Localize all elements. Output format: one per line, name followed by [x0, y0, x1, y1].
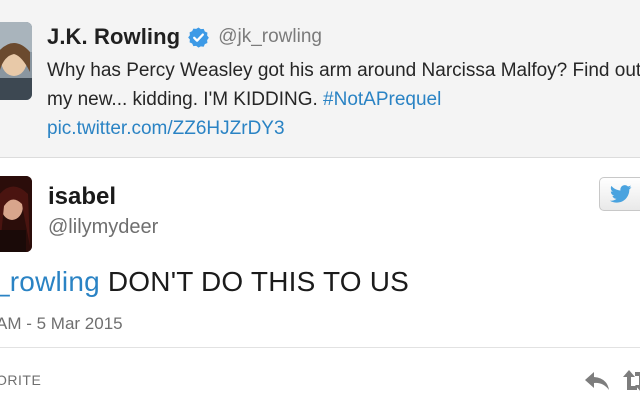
mention-link[interactable]: _rowling [0, 266, 100, 297]
jk-rowling-avatar[interactable] [0, 22, 32, 100]
main-handle[interactable]: @lilymydeer [48, 216, 158, 239]
divider [0, 347, 640, 348]
follow-button[interactable] [599, 177, 640, 211]
tweet-timestamp[interactable]: AM - 5 Mar 2015 [0, 314, 123, 334]
main-tweet-body: DON'T DO THIS TO US [99, 266, 409, 297]
quoted-tweet-text: Why has Percy Weasley got his arm around… [47, 56, 640, 143]
quoted-handle[interactable]: @jk_rowling [218, 26, 322, 48]
twitter-bird-icon [610, 185, 632, 203]
isabel-avatar[interactable] [0, 176, 32, 252]
main-tweet-text: _rowling DON'T DO THIS TO US [0, 266, 409, 298]
hashtag-link[interactable]: #NotAPrequel [323, 89, 441, 110]
quoted-display-name[interactable]: J.K. Rowling [47, 24, 180, 50]
retweet-icon[interactable] [623, 368, 640, 394]
quoted-text-line-2: my new... kidding. I'M KIDDING. #NotAPre… [47, 85, 640, 114]
verified-badge-icon [187, 26, 210, 49]
pic-link[interactable]: pic.twitter.com/ZZ6HJZrDY3 [47, 114, 640, 143]
quoted-text-line-1: Why has Percy Weasley got his arm around… [47, 60, 640, 81]
favorite-button[interactable]: ORITE [0, 372, 41, 388]
quoted-tweet: J.K. Rowling @jk_rowling Why has Percy W… [0, 0, 640, 158]
reply-icon[interactable] [583, 370, 611, 392]
main-display-name[interactable]: isabel [48, 183, 116, 211]
quoted-text-line-2-prefix: my new... kidding. I'M KIDDING. [47, 89, 318, 110]
